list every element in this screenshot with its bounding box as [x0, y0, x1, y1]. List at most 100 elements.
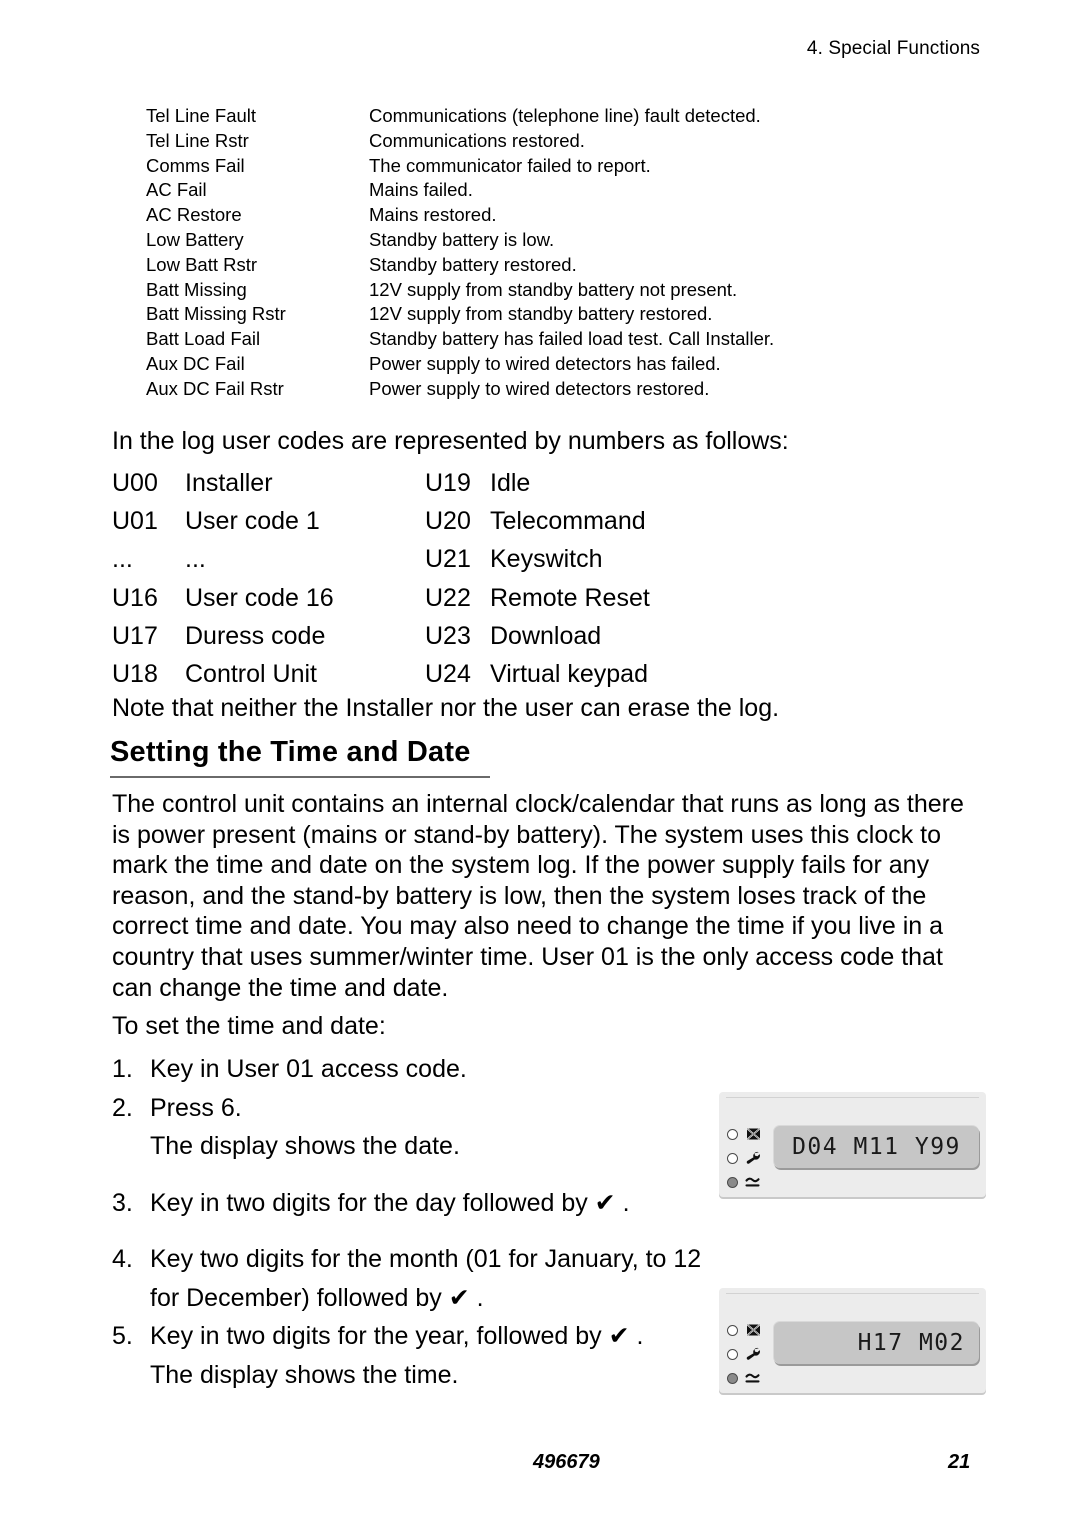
led-indicator-column: [727, 1122, 771, 1194]
event-description: Power supply to wired detectors restored…: [369, 377, 710, 399]
event-table-row: Batt Missing 12V supply from standby batt…: [146, 278, 1006, 303]
step-number: 5.: [112, 1322, 133, 1350]
mains-power-icon: [744, 1369, 763, 1387]
led-lamp-service: [727, 1152, 738, 1164]
event-table-row: Low Batt Rstr Standby battery restored.: [146, 253, 1006, 278]
led-lamp-mains: [727, 1372, 738, 1384]
manual-page: 4. Special Functions Tel Line Fault Commu…: [0, 0, 1080, 1526]
step-result-text: The display shows the date.: [150, 1132, 460, 1160]
step-text: Key in two digits for the year, followed…: [150, 1322, 644, 1350]
led-row-service: [727, 1342, 771, 1366]
event-description: Communications restored.: [369, 129, 585, 151]
led-row-mains: [727, 1366, 771, 1390]
event-name: AC Restore: [146, 204, 242, 226]
procedure-step: 2. Press 6.: [112, 1089, 712, 1128]
procedure-step: 3. Key in two digits for the day followed…: [112, 1184, 712, 1223]
step-number: 4.: [112, 1245, 133, 1273]
user-code-left: U01: [112, 507, 158, 536]
user-code-right: U23: [425, 621, 471, 650]
event-table-row: Batt Load Fail Standby battery has failed…: [146, 327, 1006, 352]
user-code-left: U17: [112, 621, 158, 650]
event-description: Power supply to wired detectors has fail…: [369, 352, 721, 374]
keypad-display-date: D04 M11 Y99: [719, 1092, 986, 1197]
section-paragraph: The control unit contains an internal cl…: [112, 790, 964, 1002]
event-table-row: AC Restore Mains restored.: [146, 203, 1006, 228]
user-code-label-right: Remote Reset: [490, 583, 650, 612]
procedure-step: 5. Key in two digits for the year, follow…: [112, 1317, 712, 1356]
keypad-display-time: H17 M02: [719, 1288, 986, 1393]
event-table-row: Comms Fail The communicator failed to rep…: [146, 154, 1006, 179]
led-row-mains: [727, 1170, 771, 1194]
wrench-service-icon: [744, 1345, 763, 1363]
led-row-service: [727, 1146, 771, 1170]
event-name: Comms Fail: [146, 154, 245, 176]
user-code-row: U01 User code 1 U20 Telecommand: [112, 502, 912, 540]
event-description: 12V supply from standby battery not pres…: [369, 278, 738, 300]
footer-document-code: 496679: [533, 1451, 600, 1473]
user-code-left: U18: [112, 659, 158, 688]
led-lamp-mains: [727, 1176, 738, 1188]
procedure-lead-in: To set the time and date:: [112, 1012, 386, 1040]
user-code-row: U16 User code 16 U22 Remote Reset: [112, 579, 912, 617]
user-code-row: U00 Installer U19 Idle: [112, 464, 912, 502]
user-code-row: U18 Control Unit U24 Virtual keypad: [112, 655, 912, 693]
mains-power-icon: [744, 1173, 763, 1191]
step-number: 2.: [112, 1093, 133, 1122]
lcd-screen: H17 M02: [773, 1321, 979, 1364]
led-row-tamper: [727, 1122, 771, 1146]
event-table-row: Low Battery Standby battery is low.: [146, 228, 1006, 253]
erase-log-note: Note that neither the Installer nor the …: [112, 694, 780, 722]
user-code-right: U19: [425, 469, 471, 497]
user-code-left: ...: [112, 545, 133, 574]
event-description: Mains failed.: [369, 179, 473, 201]
event-description: The communicator failed to report.: [369, 154, 651, 176]
event-name: Batt Load Fail: [146, 328, 261, 350]
section-heading: Setting the Time and Date: [110, 736, 490, 778]
event-name: AC Fail: [146, 179, 207, 201]
step-text: Press 6.: [150, 1093, 242, 1122]
led-lamp-tamper: [727, 1128, 738, 1140]
user-code-right: U21: [425, 545, 471, 574]
led-indicator-column: [727, 1318, 771, 1390]
event-description: 12V supply from standby battery restored…: [369, 303, 713, 325]
event-table-row: Aux DC Fail Rstr Power supply to wired de…: [146, 377, 1006, 402]
event-name: Batt Missing Rstr: [146, 303, 286, 325]
step-text: Key in User 01 access code.: [150, 1055, 467, 1083]
procedure-step: 4. Key two digits for the month (01 for J…: [112, 1240, 712, 1317]
led-row-tamper: [727, 1318, 771, 1342]
event-table-row: Batt Missing Rstr 12V supply from standby…: [146, 302, 1006, 327]
running-header-chapter: 4. Special Functions: [806, 38, 980, 59]
event-description: Standby battery has failed load test. Ca…: [369, 328, 775, 350]
event-table-row: Tel Line Fault Communications (telephone …: [146, 104, 1006, 129]
user-code-label-right: Keyswitch: [490, 545, 603, 574]
lcd-screen: D04 M11 Y99: [773, 1125, 979, 1168]
tamper-crossed-box-icon: [744, 1321, 763, 1339]
step-text: Key two digits for the month (01 for Jan…: [150, 1245, 702, 1312]
tamper-crossed-box-icon: [744, 1125, 763, 1143]
event-name: Tel Line Rstr: [146, 129, 249, 151]
event-table-row: Aux DC Fail Power supply to wired detecto…: [146, 352, 1006, 377]
user-code-label-left: Control Unit: [185, 659, 317, 688]
event-description: Standby battery is low.: [369, 228, 555, 250]
lcd-text: H17 M02: [857, 1330, 965, 1356]
user-code-label-right: Idle: [490, 469, 531, 497]
user-codes-list: U00 Installer U19 Idle U01 User code 1 U20 Tele…: [112, 464, 912, 693]
user-code-label-right: Virtual keypad: [490, 659, 648, 688]
event-name: Tel Line Fault: [146, 105, 257, 126]
user-code-right: U24: [425, 659, 471, 688]
step-number: 1.: [112, 1055, 133, 1083]
wrench-service-icon: [744, 1149, 763, 1167]
user-code-label-left: Installer: [185, 469, 273, 497]
event-name: Batt Missing: [146, 278, 247, 300]
user-code-label-right: Download: [490, 621, 602, 650]
event-description: Mains restored.: [369, 204, 497, 226]
event-description: Standby battery restored.: [369, 253, 577, 275]
footer-page-number: 21: [948, 1451, 971, 1473]
event-table-row: Tel Line Rstr Communications restored.: [146, 129, 1006, 154]
event-name: Aux DC Fail: [146, 352, 245, 374]
user-code-right: U22: [425, 583, 471, 612]
user-code-row: ...... U21 Keyswitch: [112, 540, 912, 578]
led-lamp-tamper: [727, 1324, 738, 1336]
event-code-table: Tel Line Fault Communications (telephone …: [146, 104, 1006, 402]
